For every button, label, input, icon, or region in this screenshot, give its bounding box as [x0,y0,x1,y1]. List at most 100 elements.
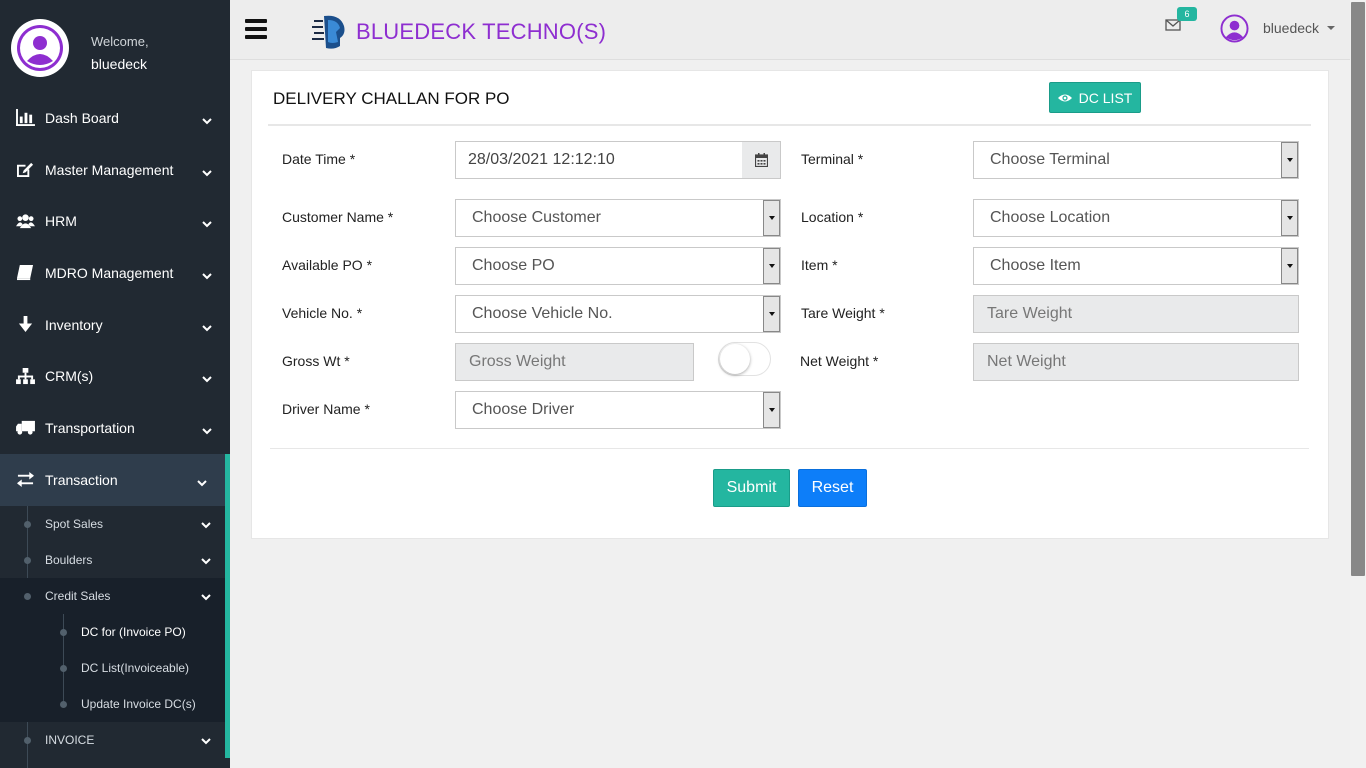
page-scrollbar[interactable] [1350,0,1366,768]
dc-list-button[interactable]: DC LIST [1049,82,1141,113]
tare-weight-input[interactable]: Tare Weight [973,295,1299,333]
transaction-submenu: Spot Sales Boulders Credit Sales DC for … [0,505,230,768]
caret-down-icon[interactable] [1327,26,1335,30]
chevron-down-icon [202,423,212,435]
toggle-knob [720,344,750,374]
sidebar-item-dc-for-invoice-po[interactable]: DC for (Invoice PO) [0,614,225,650]
sidebar-item-label: Inventory [45,316,103,333]
gross-weight-toggle[interactable] [718,342,771,376]
sidebar-item-hrm[interactable]: HRM [0,195,230,247]
sidebar-item-label: Transaction [45,471,118,488]
avatar[interactable] [11,19,69,77]
top-navbar: BLUEDECK TECHNO(S) 6 bluedeck [230,0,1350,60]
sidebar-item-master-management[interactable]: Master Management [0,144,230,196]
sidebar: Welcome, bluedeck Dash Board Master Mana… [0,0,230,768]
chevron-down-icon [201,591,211,601]
dropdown-arrow-icon [763,392,780,428]
sidebar-item-transportation[interactable]: Transportation [0,402,230,454]
sidebar-item-dc-list-invoiceable[interactable]: DC List(Invoiceable) [0,650,225,686]
tree-node-dot [24,556,31,564]
vehicle-no-label: Vehicle No. * [282,305,363,321]
chevron-down-icon [197,475,207,487]
sidebar-item-spot-sales[interactable]: Spot Sales [0,506,225,542]
brand-title[interactable]: BLUEDECK TECHNO(S) [356,19,606,45]
sidebar-item-mdro-management[interactable]: MDRO Management [0,247,230,299]
po-select[interactable]: Choose PO [455,247,781,285]
vehicle-select[interactable]: Choose Vehicle No. [455,295,781,333]
dropdown-arrow-icon [1281,142,1298,178]
scrollbar-thumb[interactable] [1351,2,1365,576]
brand-logo [310,12,350,52]
item-select[interactable]: Choose Item [973,247,1299,285]
date-time-input[interactable]: 28/03/2021 12:12:10 [455,141,743,179]
sidebar-item-crm[interactable]: CRM(s) [0,350,230,402]
sidebar-item-label: CRM(s) [45,368,94,385]
sidebar-item-inventory[interactable]: Inventory [0,299,230,351]
dropdown-arrow-icon [1281,200,1298,236]
tree-node-dot [60,700,67,708]
sidebar-item-invoice[interactable]: INVOICE [0,722,225,758]
edit-icon [14,161,36,179]
sitemap-icon [14,367,36,385]
sidebar-item-credit-sales[interactable]: Credit Sales [0,578,225,614]
customer-select[interactable]: Choose Customer [455,199,781,237]
notification-badge: 6 [1177,7,1197,21]
tree-node-dot [60,628,67,636]
terminal-label: Terminal * [801,151,864,167]
book-icon [14,264,36,282]
sidebar-subitem-label: DC for (Invoice PO) [81,624,186,639]
sidebar-username: bluedeck [91,56,148,72]
user-profile-icon[interactable] [1220,14,1249,43]
divider [270,448,1309,449]
customer-select-value: Choose Customer [472,209,601,226]
chevron-down-icon [202,165,212,176]
customer-name-label: Customer Name * [282,209,394,225]
chevron-down-icon [201,519,211,529]
date-time-label: Date Time * [282,151,356,167]
sidebar-item-label: Transportation [45,419,135,436]
tree-node-dot [60,664,67,672]
welcome-text: Welcome, [91,34,149,49]
sidebar-profile: Welcome, bluedeck [0,0,230,92]
menu-toggle-icon[interactable] [245,19,267,39]
driver-select[interactable]: Choose Driver [455,391,781,429]
tree-node-dot [24,736,31,744]
sidebar-item-label: Master Management [45,161,174,178]
dc-list-label: DC LIST [1078,89,1133,106]
location-select[interactable]: Choose Location [973,199,1299,237]
net-weight-input[interactable]: Net Weight [973,343,1299,381]
calendar-icon [754,153,768,167]
dropdown-arrow-icon [763,248,780,284]
driver-name-label: Driver Name * [282,401,370,417]
gross-wt-label: Gross Wt * [282,353,350,369]
submit-button[interactable]: Submit [713,469,790,507]
sidebar-subitem-label: DC List(Invoiceable) [81,660,190,675]
item-select-value: Choose Item [990,257,1081,274]
sidebar-item-transaction[interactable]: Transaction [0,453,230,506]
page-title: DELIVERY CHALLAN FOR PO [273,89,510,108]
tare-weight-label: Tare Weight * [801,305,885,321]
user-avatar-icon [17,25,63,71]
delivery-challan-panel: DELIVERY CHALLAN FOR PO DC LIST Date Tim… [251,70,1329,539]
chevron-down-icon [202,371,212,383]
net-weight-label: Net Weight * [800,353,879,369]
chevron-down-icon [201,735,211,745]
eye-icon [1057,94,1072,101]
reset-button[interactable]: Reset [798,469,867,507]
gross-weight-input[interactable]: Gross Weight [455,343,694,381]
user-menu-name[interactable]: bluedeck [1263,20,1319,36]
sidebar-subitem-label: Spot Sales [45,516,104,531]
calendar-button[interactable] [742,141,781,179]
driver-select-value: Choose Driver [472,401,575,418]
chevron-down-icon [202,216,212,228]
terminal-select[interactable]: Choose Terminal [973,141,1299,179]
dropdown-arrow-icon [1281,248,1298,284]
chevron-down-icon [202,320,212,332]
tree-node-dot [24,592,31,600]
chevron-down-icon [202,113,212,125]
sidebar-item-update-invoice-dc[interactable]: Update Invoice DC(s) [0,686,225,722]
location-label: Location * [801,209,864,225]
sidebar-item-boulders[interactable]: Boulders [0,542,225,578]
sidebar-subitem-label: Credit Sales [45,588,111,603]
sidebar-item-dashboard[interactable]: Dash Board [0,92,230,144]
